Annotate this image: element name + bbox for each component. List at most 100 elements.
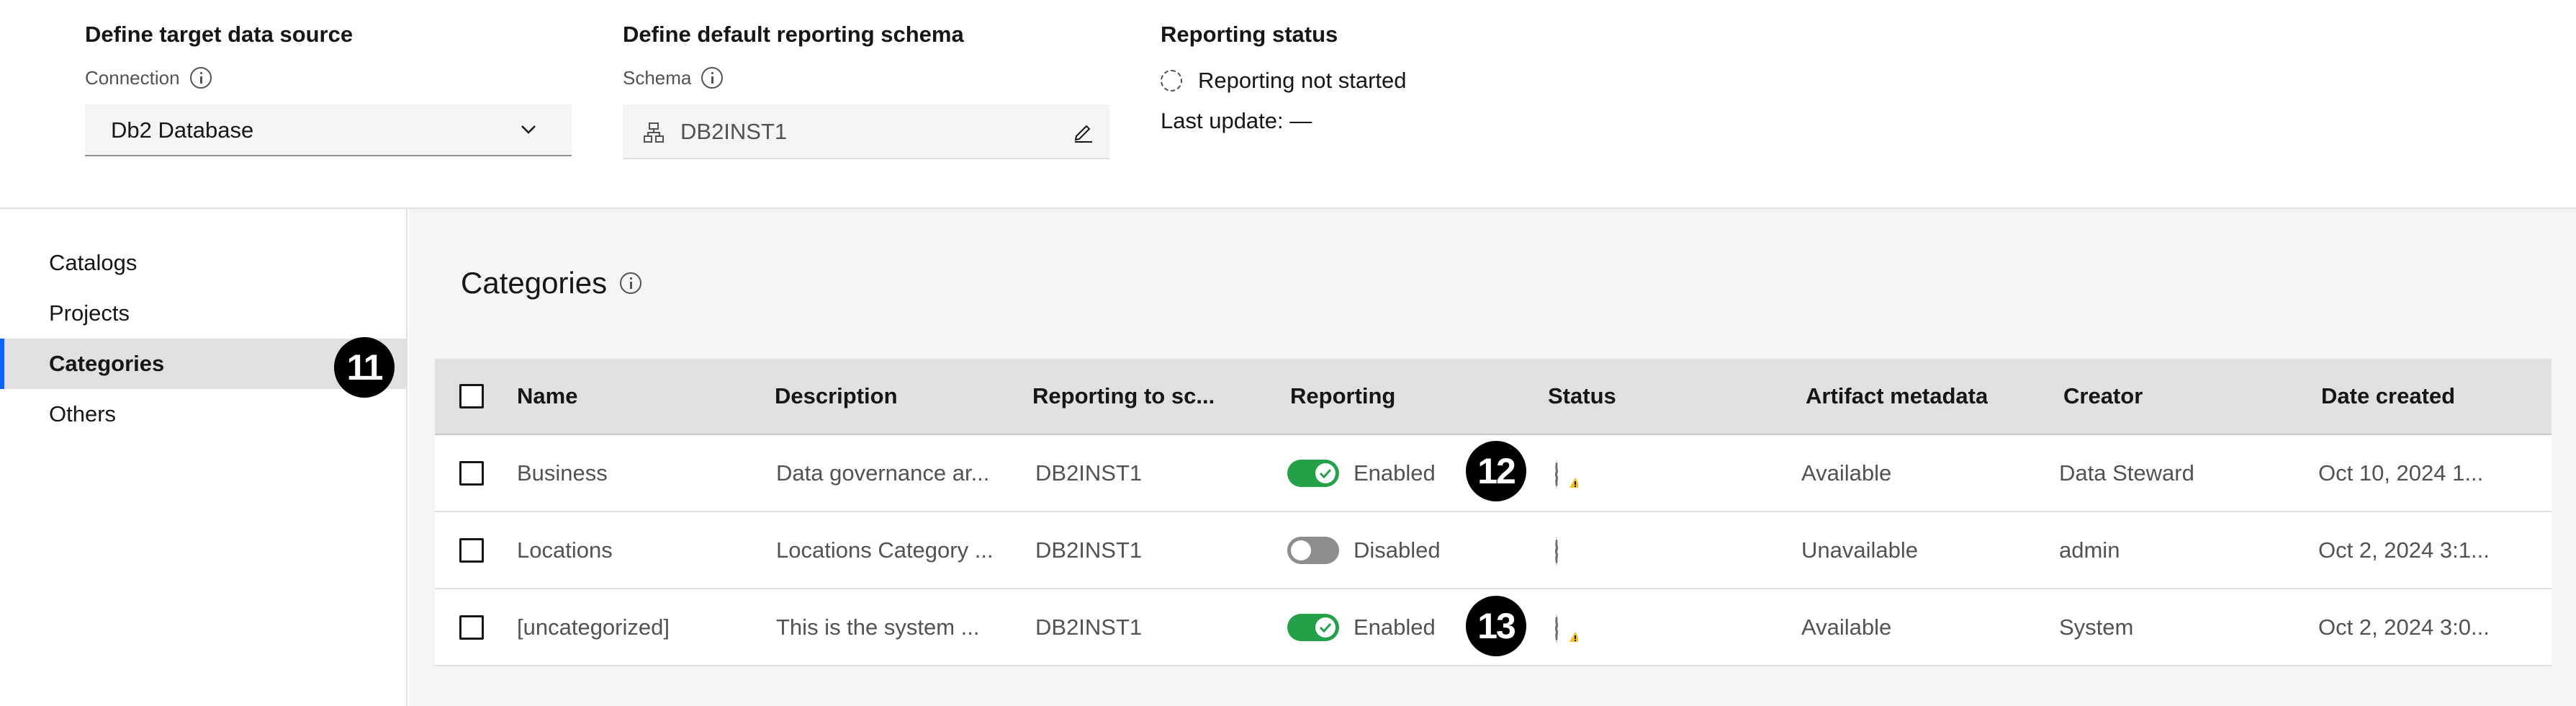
schema-field: DB2INST1 [623, 104, 1109, 159]
row-checkbox[interactable] [459, 537, 484, 563]
row-select-cell [459, 589, 484, 665]
sidebar-nav: Catalogs Projects Categories Others 11 [0, 209, 407, 706]
row-date-created: Oct 2, 2024 3:1... [2318, 537, 2490, 563]
row-artifact-metadata: Available [1801, 460, 1892, 486]
row-status-cell [1555, 512, 1578, 588]
reporting-status-text: Reporting not started [1198, 68, 1407, 93]
annotation-badge: 11 [334, 337, 395, 398]
reporting-toggle[interactable] [1287, 536, 1339, 564]
column-header-reporting[interactable]: Reporting [1290, 359, 1395, 434]
page-title: Categories [461, 266, 608, 300]
table-row[interactable]: Locations Locations Category ... DB2INST… [435, 512, 2552, 589]
row-name[interactable]: Locations [517, 512, 613, 588]
table-header: Name Description Reporting to sc... Repo… [435, 359, 2552, 435]
reporting-toggle-label: Enabled [1354, 614, 1436, 640]
row-creator: Data Steward [2059, 460, 2194, 486]
row-name[interactable]: Business [517, 435, 608, 511]
reporting-toggle-label: Enabled [1354, 460, 1436, 486]
row-date-created: Oct 10, 2024 1... [2318, 460, 2484, 486]
dashed-circle-icon [1555, 460, 1558, 488]
main-content: Categories Name Description Reporting to… [409, 209, 2576, 706]
status-not-started-icon [1555, 537, 1578, 566]
reporting-toggle-cell: Enabled [1287, 435, 1436, 511]
schema-value: DB2INST1 [680, 119, 788, 144]
reporting-status-line: Reporting not started [1161, 66, 1407, 95]
column-header-reporting-to[interactable]: Reporting to sc... [1032, 359, 1215, 434]
sidebar-item-catalogs[interactable]: Catalogs [0, 238, 407, 288]
info-icon[interactable] [620, 272, 642, 294]
dashed-circle-icon [1555, 537, 1558, 566]
reporting-toggle-cell: Enabled [1287, 589, 1436, 665]
toggle-knob [1291, 540, 1311, 560]
row-description: This is the system ... [776, 614, 980, 640]
row-reporting-to: DB2INST1 [1035, 537, 1143, 563]
connection-label-row: Connection [85, 65, 353, 91]
warning-icon [1570, 477, 1578, 488]
row-reporting-to: DB2INST1 [1035, 460, 1143, 486]
column-header-description[interactable]: Description [775, 359, 898, 434]
sidebar-item-label: Catalogs [49, 250, 138, 275]
row-description: Locations Category ... [776, 537, 994, 563]
dashed-circle-icon [1555, 614, 1558, 643]
sidebar-item-label: Categories [49, 351, 165, 376]
row-checkbox[interactable] [459, 615, 484, 640]
schema-tree-icon [644, 122, 664, 143]
not-started-status-icon [1161, 70, 1182, 91]
column-header-status[interactable]: Status [1548, 359, 1616, 434]
target-data-source-title: Define target data source [85, 22, 353, 47]
target-data-source-section: Define target data source Connection [85, 20, 353, 91]
column-header-artifact-metadata[interactable]: Artifact metadata [1806, 359, 1988, 434]
row-description: Data governance ar... [776, 460, 990, 486]
row-checkbox[interactable] [459, 460, 484, 486]
schema-label-row: Schema [623, 65, 964, 91]
connection-dropdown[interactable]: Db2 Database [85, 104, 572, 156]
row-name[interactable]: [uncategorized] [517, 589, 670, 665]
row-select-cell [459, 435, 484, 511]
last-update-text: Last update: — [1161, 108, 1312, 133]
edit-icon[interactable] [1072, 120, 1095, 143]
row-status-cell [1555, 589, 1578, 665]
connection-label: Connection [85, 66, 180, 89]
status-pending-warning-icon [1555, 460, 1578, 488]
column-header-name[interactable]: Name [517, 359, 577, 434]
reporting-toggle[interactable] [1287, 613, 1339, 641]
column-header-date-created[interactable]: Date created [2321, 359, 2455, 434]
reporting-status-section: Reporting status [1161, 20, 1338, 49]
sidebar-item-label: Projects [49, 300, 130, 326]
reporting-schema-title: Define default reporting schema [623, 22, 964, 47]
sidebar-item-others[interactable]: Others [0, 389, 407, 439]
checkmark-icon [1320, 468, 1331, 478]
select-all-checkbox[interactable] [459, 384, 484, 408]
chevron-down-icon [521, 125, 536, 134]
checkmark-icon [1320, 622, 1331, 633]
row-select-cell [459, 512, 484, 588]
toggle-knob [1315, 463, 1336, 483]
sidebar-item-label: Others [49, 401, 117, 426]
toggle-knob [1315, 617, 1336, 638]
reporting-toggle-cell: Disabled [1287, 512, 1441, 588]
reporting-status-title: Reporting status [1161, 22, 1338, 47]
info-icon[interactable] [701, 67, 724, 89]
row-artifact-metadata: Unavailable [1801, 537, 1918, 563]
row-creator: System [2059, 614, 2134, 640]
annotation-badge: 13 [1466, 596, 1526, 656]
row-creator: admin [2059, 537, 2120, 563]
warning-icon [1570, 631, 1578, 642]
annotation-badge: 12 [1466, 441, 1526, 501]
sidebar-item-projects[interactable]: Projects [0, 288, 407, 339]
column-header-creator[interactable]: Creator [2063, 359, 2143, 434]
select-all-cell [459, 359, 484, 434]
schema-label: Schema [623, 66, 692, 89]
connection-dropdown-value: Db2 Database [111, 117, 254, 143]
status-pending-warning-icon [1555, 614, 1578, 643]
reporting-config-header: Define target data source Connection Db2… [0, 0, 2576, 209]
reporting-schema-section: Define default reporting schema Schema [623, 20, 964, 91]
row-status-cell [1555, 435, 1578, 511]
row-reporting-to: DB2INST1 [1035, 614, 1143, 640]
page-title-row: Categories [461, 265, 642, 301]
row-artifact-metadata: Available [1801, 614, 1892, 640]
reporting-toggle[interactable] [1287, 459, 1339, 487]
row-date-created: Oct 2, 2024 3:0... [2318, 614, 2490, 640]
info-icon[interactable] [189, 67, 212, 89]
reporting-toggle-label: Disabled [1354, 537, 1441, 563]
